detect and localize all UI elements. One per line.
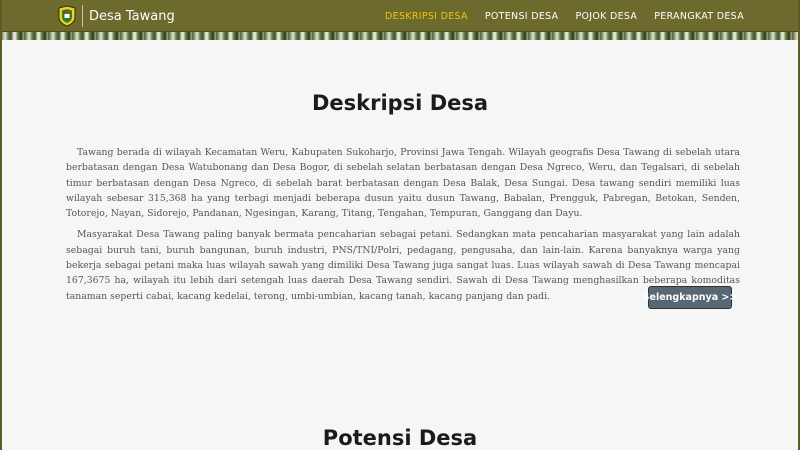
hero-banner-strip xyxy=(0,32,800,40)
potensi-title: Potensi Desa xyxy=(322,426,478,450)
nav-potensi-desa[interactable]: POTENSI DESA xyxy=(485,11,559,22)
brand-name: Desa Tawang xyxy=(89,8,175,24)
nav-pojok-desa[interactable]: POJOK DESA xyxy=(575,11,637,22)
brand-link[interactable]: Desa Tawang xyxy=(58,4,175,28)
deskripsi-paragraph: Masyarakat Desa Tawang paling banyak ber… xyxy=(66,229,740,302)
deskripsi-paragraph: Tawang berada di wilayah Kecamatan Weru,… xyxy=(66,147,740,220)
deskripsi-title: Deskripsi Desa xyxy=(311,91,489,115)
village-emblem-icon xyxy=(58,5,83,27)
nav-perangkat-desa[interactable]: PERANGKAT DESA xyxy=(654,11,744,22)
top-navbar: Desa Tawang DESKRIPSI DESA POTENSI DESA … xyxy=(0,0,800,32)
deskripsi-text: Tawang berada di wilayah Kecamatan Weru,… xyxy=(66,145,740,310)
main-nav: DESKRIPSI DESA POTENSI DESA POJOK DESA P… xyxy=(368,0,744,32)
nav-deskripsi-desa[interactable]: DESKRIPSI DESA xyxy=(385,11,468,22)
selengkapnya-button[interactable]: Selengkapnya >> xyxy=(643,286,737,309)
